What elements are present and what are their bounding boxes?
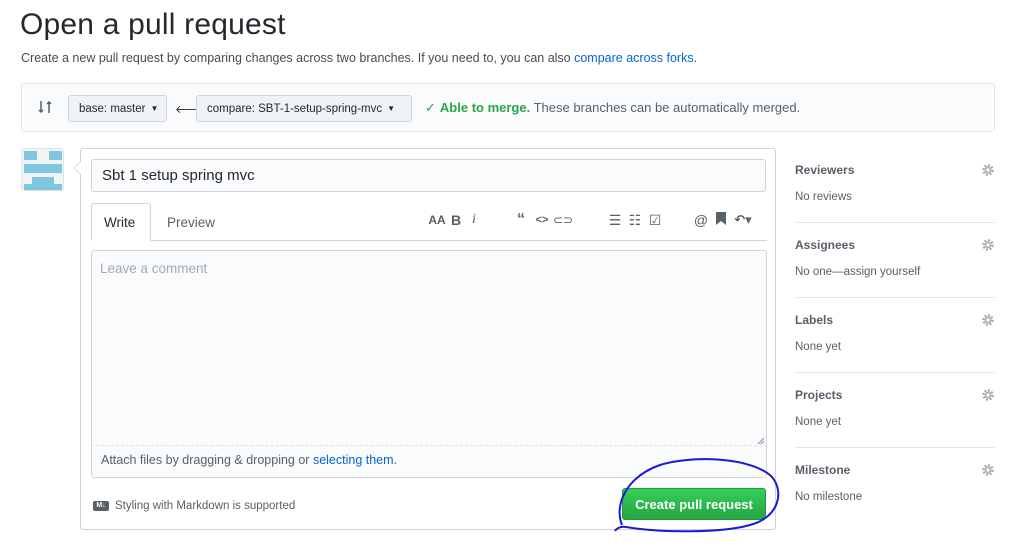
gear-icon[interactable] — [981, 388, 995, 402]
tab-divider — [91, 240, 767, 241]
tab-preview[interactable]: Preview — [155, 203, 227, 241]
sidebar-value: None yet — [795, 341, 842, 353]
select-files-link[interactable]: selecting them — [313, 453, 394, 467]
toolbar-text-group: AA B i — [427, 210, 483, 230]
chevron-down-icon: ▼ — [387, 104, 396, 113]
bulleted-list-icon[interactable]: ☰ — [605, 212, 625, 229]
attach-text: Attach files by dragging & dropping or — [101, 453, 313, 467]
sidebar-value: No milestone — [795, 491, 863, 503]
sidebar-value: None yet — [795, 416, 842, 428]
toolbar-insert-group: “ <> ⊂⊃ — [511, 210, 573, 230]
code-icon[interactable]: <> — [531, 214, 553, 226]
sidebar-heading: Labels — [795, 313, 834, 327]
sidebar-heading: Projects — [795, 388, 843, 402]
sidebar-milestone[interactable]: Milestone No milestone — [795, 448, 995, 523]
sidebar-heading: Milestone — [795, 463, 851, 477]
merge-status: ✓ Able to merge. These branches can be au… — [425, 100, 800, 116]
quote-icon[interactable]: “ — [511, 211, 531, 229]
subtitle-suffix: . — [693, 51, 698, 65]
toolbar-misc-group: @ ↶▾ — [691, 210, 755, 230]
base-branch-select[interactable]: base: master ▼ — [68, 95, 167, 122]
create-pull-request-button[interactable]: Create pull request — [622, 488, 766, 520]
merge-status-ok: Able to merge. — [439, 100, 531, 115]
comment-textarea[interactable] — [91, 250, 767, 446]
gear-icon[interactable] — [981, 163, 995, 177]
italic-icon[interactable]: i — [465, 212, 483, 228]
gear-icon[interactable] — [981, 313, 995, 327]
task-list-icon[interactable]: ☑ — [645, 212, 665, 229]
attach-files-bar[interactable]: Attach files by dragging & dropping or s… — [91, 446, 767, 478]
link-icon[interactable]: ⊂⊃ — [553, 213, 573, 227]
subtitle-text: Create a new pull request by comparing c… — [21, 51, 575, 65]
compare-branch-select[interactable]: compare: SBT-1-setup-spring-mvc ▼ — [196, 95, 412, 122]
chevron-down-icon: ▼ — [150, 104, 159, 113]
page-subtitle: Create a new pull request by comparing c… — [21, 51, 697, 65]
numbered-list-icon[interactable]: ☷ — [625, 212, 645, 229]
sidebar-assignees[interactable]: Assignees No one—assign yourself — [795, 223, 995, 298]
sidebar-value: No reviews — [795, 191, 852, 203]
compare-branch-label: compare: SBT-1-setup-spring-mvc — [207, 102, 383, 115]
toolbar-list-group: ☰ ☷ ☑ — [605, 210, 665, 230]
sidebar-value: No one—assign yourself — [795, 266, 921, 278]
markdown-icon: M↓ — [93, 501, 109, 511]
pr-sidebar: Reviewers No reviews Assignees No one—as… — [795, 148, 995, 523]
bold-icon[interactable]: B — [447, 212, 465, 228]
tab-write[interactable]: Write — [91, 203, 151, 241]
branch-compare-bar: base: master ▼ 🡐 compare: SBT-1-setup-spr… — [21, 83, 995, 132]
merge-status-text: These branches can be automatically merg… — [530, 100, 801, 115]
sidebar-reviewers[interactable]: Reviewers No reviews — [795, 148, 995, 223]
check-icon: ✓ — [425, 100, 436, 115]
gear-icon[interactable] — [981, 238, 995, 252]
resize-grip-icon[interactable] — [757, 437, 765, 445]
saved-reply-icon[interactable] — [711, 212, 731, 228]
pull-request-form: Write Preview AA B i “ <> ⊂⊃ ☰ ☷ ☑ @ ↶▾ … — [73, 148, 776, 530]
attach-suffix: . — [393, 453, 398, 467]
page-title: Open a pull request — [20, 8, 286, 41]
base-branch-label: base: master — [79, 102, 146, 115]
sidebar-projects[interactable]: Projects None yet — [795, 373, 995, 448]
mention-icon[interactable]: @ — [691, 212, 711, 228]
git-compare-icon — [38, 100, 52, 114]
pr-title-input[interactable] — [91, 159, 766, 192]
compare-across-forks-link[interactable]: compare across forks — [574, 51, 693, 65]
avatar[interactable] — [21, 148, 64, 191]
sidebar-labels[interactable]: Labels None yet — [795, 298, 995, 373]
header-icon[interactable]: AA — [427, 213, 447, 227]
markdown-note[interactable]: M↓ Styling with Markdown is supported — [93, 500, 295, 512]
gear-icon[interactable] — [981, 463, 995, 477]
sidebar-heading: Reviewers — [795, 163, 855, 177]
markdown-note-text: Styling with Markdown is supported — [115, 500, 296, 512]
sidebar-heading: Assignees — [795, 238, 856, 252]
reply-icon[interactable]: ↶▾ — [731, 212, 755, 228]
